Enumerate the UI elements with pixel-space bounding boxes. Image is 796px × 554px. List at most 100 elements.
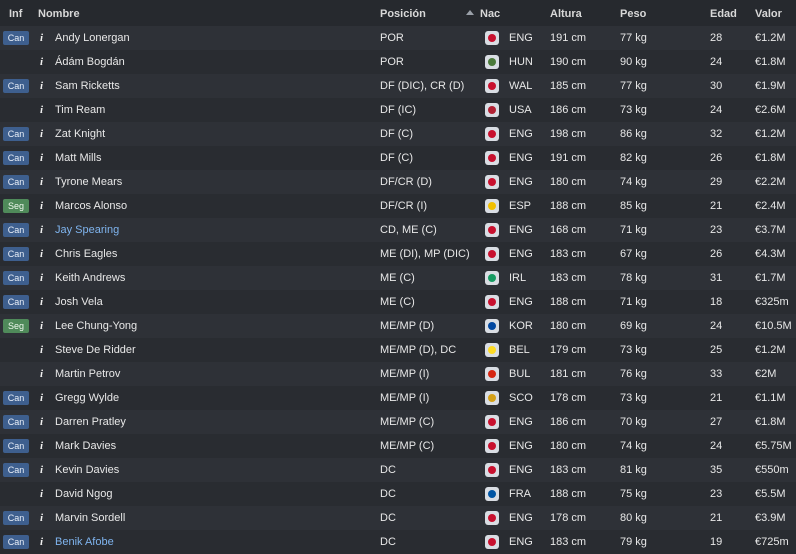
player-name[interactable]: David Ngog (55, 488, 112, 500)
table-row[interactable]: Can i Chris Eagles ME (DI), MP (DIC) ENG 183 … (0, 242, 796, 266)
table-row[interactable]: Can i Kevin Davies DC ENG 183 cm 81 kg 35 €550m (0, 458, 796, 482)
status-badge[interactable]: Seg (3, 199, 29, 213)
info-icon[interactable]: i (40, 440, 43, 452)
table-row[interactable]: Can i Matt Mills DF (C) ENG 191 cm 82 kg 26 €1.8… (0, 146, 796, 170)
status-badge[interactable]: Can (3, 127, 29, 141)
info-icon[interactable]: i (40, 152, 43, 164)
table-row[interactable]: i Steve De Ridder ME/MP (D), DC BEL 179 cm 73… (0, 338, 796, 362)
status-badge[interactable]: Can (3, 295, 29, 309)
info-icon[interactable]: i (40, 416, 43, 428)
col-header-posicion[interactable]: Posición (380, 8, 426, 20)
player-nationality[interactable]: ENG (509, 224, 533, 236)
info-icon[interactable]: i (40, 488, 43, 500)
info-icon[interactable]: i (40, 80, 43, 92)
player-name[interactable]: Benik Afobe (55, 536, 114, 548)
table-row[interactable]: Can i Gregg Wylde ME/MP (I) SCO 178 cm 73 kg 21… (0, 386, 796, 410)
table-row[interactable]: Can i Jay Spearing CD, ME (C) ENG 168 cm 71 kg… (0, 218, 796, 242)
info-icon[interactable]: i (40, 512, 43, 524)
status-badge[interactable]: Can (3, 415, 29, 429)
table-row[interactable]: Seg i Marcos Alonso DF/CR (I) ESP 188 cm 85 kg… (0, 194, 796, 218)
player-name[interactable]: Sam Ricketts (55, 80, 120, 92)
player-name[interactable]: Matt Mills (55, 152, 101, 164)
player-name[interactable]: Mark Davies (55, 440, 116, 452)
player-name[interactable]: Gregg Wylde (55, 392, 119, 404)
player-nationality[interactable]: HUN (509, 56, 533, 68)
player-nationality[interactable]: ENG (509, 296, 533, 308)
status-badge[interactable]: Can (3, 151, 29, 165)
col-header-nac[interactable]: Nac (480, 8, 500, 20)
table-row[interactable]: Seg i Lee Chung-Yong ME/MP (D) KOR 180 cm 69 k… (0, 314, 796, 338)
table-row[interactable]: Can i Benik Afobe DC ENG 183 cm 79 kg 19 €725m (0, 530, 796, 554)
status-badge[interactable]: Can (3, 463, 29, 477)
status-badge[interactable]: Can (3, 535, 29, 549)
status-badge[interactable]: Can (3, 271, 29, 285)
info-icon[interactable]: i (40, 464, 43, 476)
player-name[interactable]: Chris Eagles (55, 248, 117, 260)
info-icon[interactable]: i (40, 392, 43, 404)
player-name[interactable]: Marvin Sordell (55, 512, 125, 524)
info-icon[interactable]: i (40, 296, 43, 308)
player-nationality[interactable]: ENG (509, 440, 533, 452)
player-name[interactable]: Andy Lonergan (55, 32, 130, 44)
info-icon[interactable]: i (40, 128, 43, 140)
col-header-inf[interactable]: Inf (9, 8, 22, 20)
player-nationality[interactable]: SCO (509, 392, 533, 404)
table-row[interactable]: Can i Darren Pratley ME/MP (C) ENG 186 cm 70 k… (0, 410, 796, 434)
player-name[interactable]: Ádám Bogdán (55, 56, 125, 68)
table-row[interactable]: i Tim Ream DF (IC) USA 186 cm 73 kg 24 €2.6M (0, 98, 796, 122)
table-row[interactable]: i Ádám Bogdán POR HUN 190 cm 90 kg 24 €1.8M (0, 50, 796, 74)
info-icon[interactable]: i (40, 56, 43, 68)
player-nationality[interactable]: ENG (509, 512, 533, 524)
info-icon[interactable]: i (40, 536, 43, 548)
status-badge[interactable]: Can (3, 31, 29, 45)
player-name[interactable]: Tyrone Mears (55, 176, 122, 188)
col-header-peso[interactable]: Peso (620, 8, 646, 20)
info-icon[interactable]: i (40, 104, 43, 116)
player-nationality[interactable]: ENG (509, 536, 533, 548)
table-row[interactable]: Can i Zat Knight DF (C) ENG 198 cm 86 kg 32 €1.2… (0, 122, 796, 146)
player-name[interactable]: Josh Vela (55, 296, 103, 308)
status-badge[interactable]: Can (3, 439, 29, 453)
col-header-valor[interactable]: Valor (755, 8, 782, 20)
info-icon[interactable]: i (40, 200, 43, 212)
table-row[interactable]: Can i Sam Ricketts DF (DIC), CR (D) WAL 185 c… (0, 74, 796, 98)
player-nationality[interactable]: IRL (509, 272, 526, 284)
player-name[interactable]: Tim Ream (55, 104, 105, 116)
player-name[interactable]: Marcos Alonso (55, 200, 127, 212)
table-row[interactable]: Can i Marvin Sordell DC ENG 178 cm 80 kg 21 €3.9… (0, 506, 796, 530)
status-badge[interactable]: Seg (3, 319, 29, 333)
info-icon[interactable]: i (40, 32, 43, 44)
info-icon[interactable]: i (40, 248, 43, 260)
player-name[interactable]: Darren Pratley (55, 416, 126, 428)
player-nationality[interactable]: ENG (509, 464, 533, 476)
player-name[interactable]: Steve De Ridder (55, 344, 136, 356)
player-nationality[interactable]: KOR (509, 320, 533, 332)
player-name[interactable]: Martin Petrov (55, 368, 120, 380)
player-name[interactable]: Zat Knight (55, 128, 105, 140)
info-icon[interactable]: i (40, 344, 43, 356)
player-nationality[interactable]: ENG (509, 32, 533, 44)
player-nationality[interactable]: BEL (509, 344, 530, 356)
table-row[interactable]: Can i Josh Vela ME (C) ENG 188 cm 71 kg 18 €325m (0, 290, 796, 314)
table-row[interactable]: Can i Mark Davies ME/MP (C) ENG 180 cm 74 kg 24… (0, 434, 796, 458)
player-nationality[interactable]: ENG (509, 248, 533, 260)
status-badge[interactable]: Can (3, 511, 29, 525)
info-icon[interactable]: i (40, 368, 43, 380)
status-badge[interactable]: Can (3, 391, 29, 405)
table-row[interactable]: Can i Keith Andrews ME (C) IRL 183 cm 78 kg 31 €… (0, 266, 796, 290)
player-name[interactable]: Kevin Davies (55, 464, 119, 476)
player-nationality[interactable]: BUL (509, 368, 530, 380)
status-badge[interactable]: Can (3, 175, 29, 189)
status-badge[interactable]: Can (3, 79, 29, 93)
table-row[interactable]: Can i Tyrone Mears DF/CR (D) ENG 180 cm 74 kg 2… (0, 170, 796, 194)
info-icon[interactable]: i (40, 176, 43, 188)
info-icon[interactable]: i (40, 320, 43, 332)
player-nationality[interactable]: ENG (509, 128, 533, 140)
status-badge[interactable]: Can (3, 223, 29, 237)
player-nationality[interactable]: USA (509, 104, 532, 116)
col-header-altura[interactable]: Altura (550, 8, 582, 20)
player-name[interactable]: Jay Spearing (55, 224, 119, 236)
player-nationality[interactable]: ENG (509, 152, 533, 164)
table-row[interactable]: i Martin Petrov ME/MP (I) BUL 181 cm 76 kg 33 €… (0, 362, 796, 386)
col-header-edad[interactable]: Edad (710, 8, 737, 20)
